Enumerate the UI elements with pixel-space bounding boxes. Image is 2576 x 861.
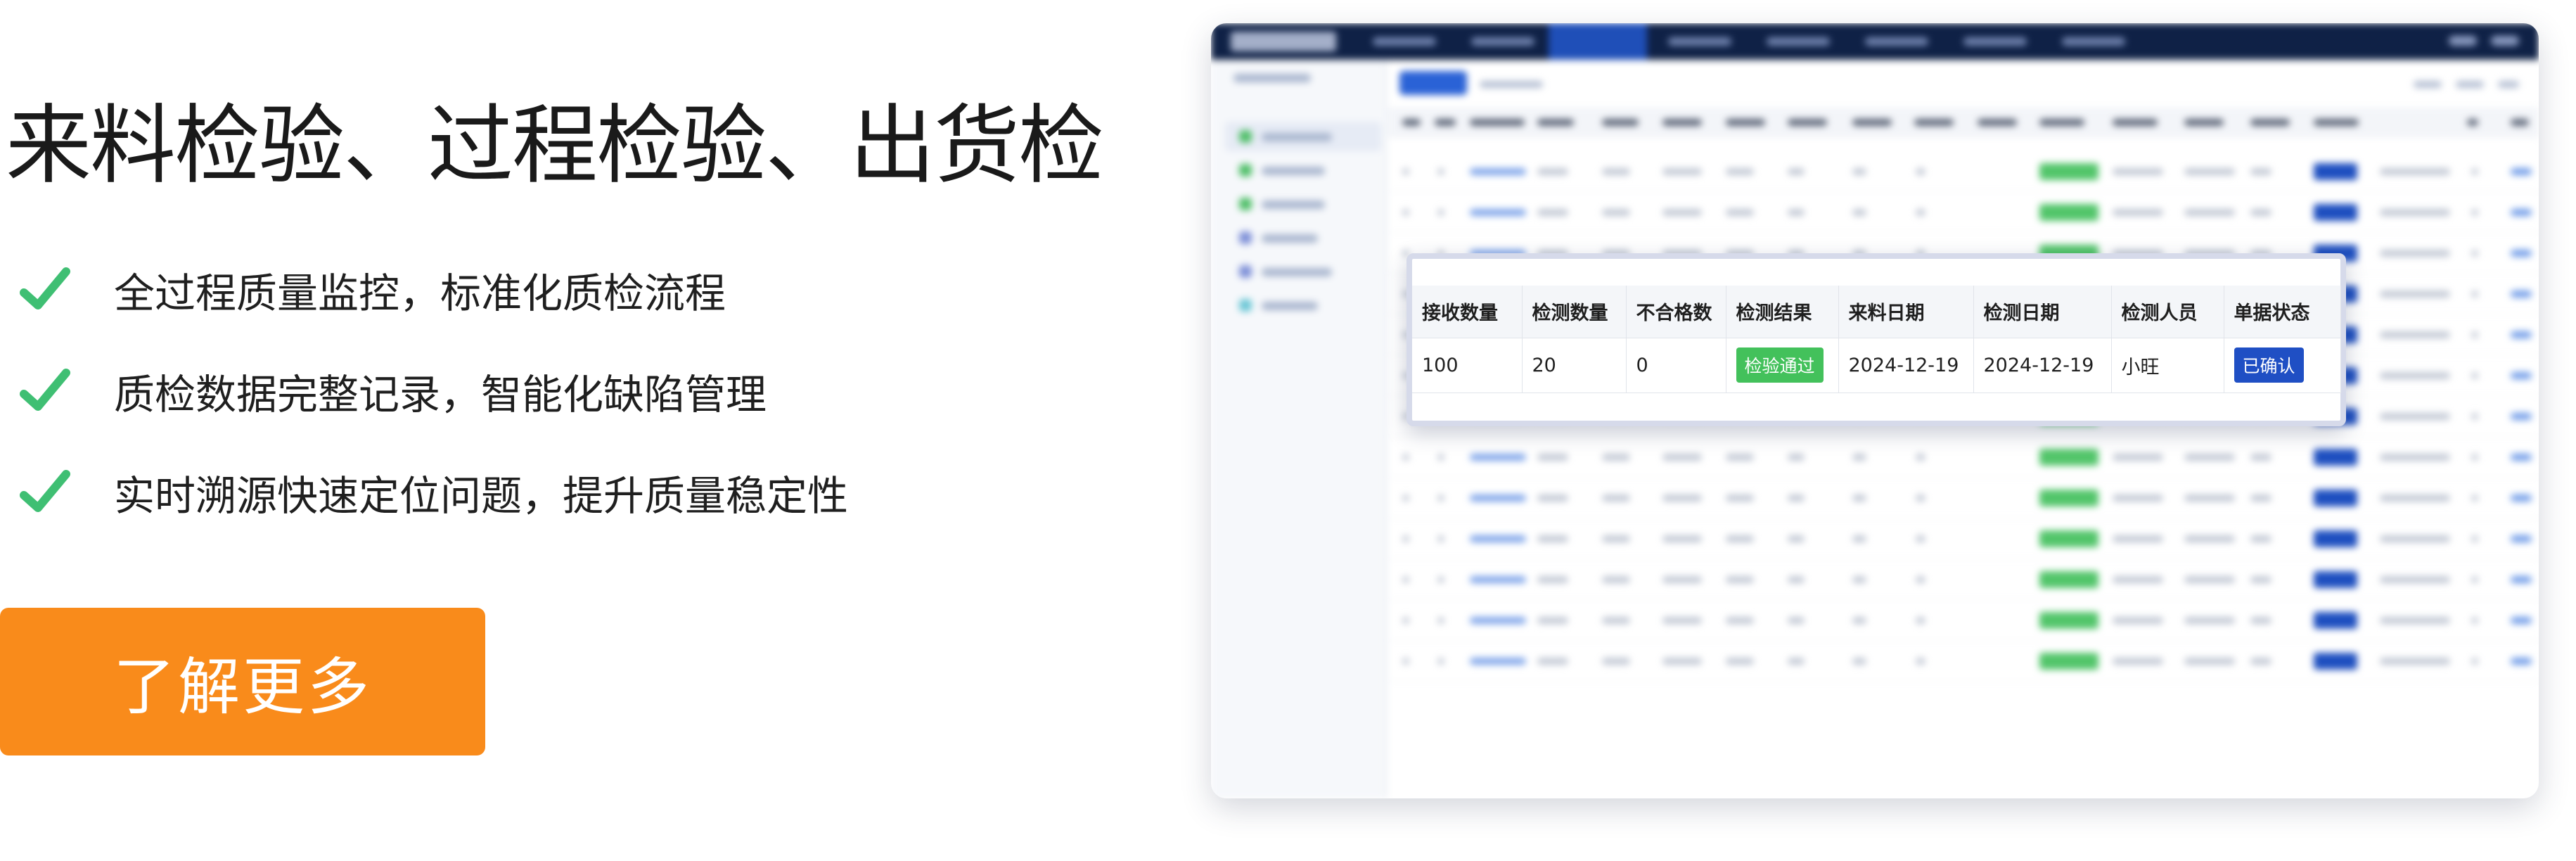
feature-item: 质检数据完整记录，智能化缺陷管理	[20, 340, 848, 442]
feature-item: 实时溯源快速定位问题，提升质量稳定性	[20, 442, 848, 543]
result-cell: 检验通过	[1726, 338, 1839, 393]
status-badge: 已确认	[2234, 347, 2304, 383]
app-sidebar	[1211, 60, 1387, 798]
table-header-row: 接收数量 检测数量 不合格数 检测结果 来料日期 检测日期 检测人员 单据状态	[1412, 286, 2341, 338]
app-logo	[1231, 32, 1336, 51]
blurred-row	[1388, 151, 2539, 192]
app-top-nav	[1211, 23, 2539, 60]
inspection-detail-table: 接收数量 检测数量 不合格数 检测结果 来料日期 检测日期 检测人员 单据状态 …	[1412, 286, 2341, 393]
blurred-row	[1388, 641, 2539, 682]
inspection-date: 2024-12-19	[1973, 338, 2112, 393]
blurred-row	[1388, 518, 2539, 559]
blurred-row	[1388, 559, 2539, 600]
status-cell: 已确认	[2224, 338, 2341, 393]
check-icon	[20, 369, 70, 411]
blurred-row	[1388, 478, 2539, 518]
feature-text: 实时溯源快速定位问题，提升质量稳定性	[114, 472, 849, 520]
inspection-detail-popup: 接收数量 检测数量 不合格数 检测结果 来料日期 检测日期 检测人员 单据状态 …	[1406, 253, 2346, 426]
check-icon	[20, 470, 70, 512]
column-header: 接收数量	[1412, 286, 1523, 338]
blurred-row	[1388, 192, 2539, 233]
arrival-date: 2024-12-19	[1838, 338, 1974, 393]
feature-text: 全过程质量监控，标准化质检流程	[114, 269, 726, 317]
column-header: 来料日期	[1838, 286, 1974, 338]
learn-more-button[interactable]: 了解更多	[0, 608, 485, 755]
inspected-qty: 20	[1522, 338, 1627, 393]
received-qty: 100	[1412, 338, 1523, 393]
column-header: 不合格数	[1626, 286, 1726, 338]
inspector-name: 小旺	[2111, 338, 2224, 393]
table-row: 100 20 0 检验通过 2024-12-19 2024-12-19 小旺 已…	[1412, 338, 2341, 393]
page-headline: 来料检验、过程检验、出货检	[6, 96, 1104, 196]
feature-item: 全过程质量监控，标准化质检流程	[20, 239, 848, 340]
blurred-row	[1388, 600, 2539, 641]
defect-qty: 0	[1626, 338, 1726, 393]
feature-list: 全过程质量监控，标准化质检流程 质检数据完整记录，智能化缺陷管理 实时溯源快速定…	[20, 239, 848, 543]
column-header: 检测结果	[1726, 286, 1839, 338]
check-icon	[20, 267, 70, 310]
result-pass-badge: 检验通过	[1736, 347, 1824, 383]
column-header: 单据状态	[2224, 286, 2341, 338]
blurred-row	[1388, 437, 2539, 478]
column-header: 检测数量	[1522, 286, 1627, 338]
column-header: 检测人员	[2111, 286, 2224, 338]
column-header: 检测日期	[1973, 286, 2112, 338]
feature-text: 质检数据完整记录，智能化缺陷管理	[114, 371, 767, 419]
